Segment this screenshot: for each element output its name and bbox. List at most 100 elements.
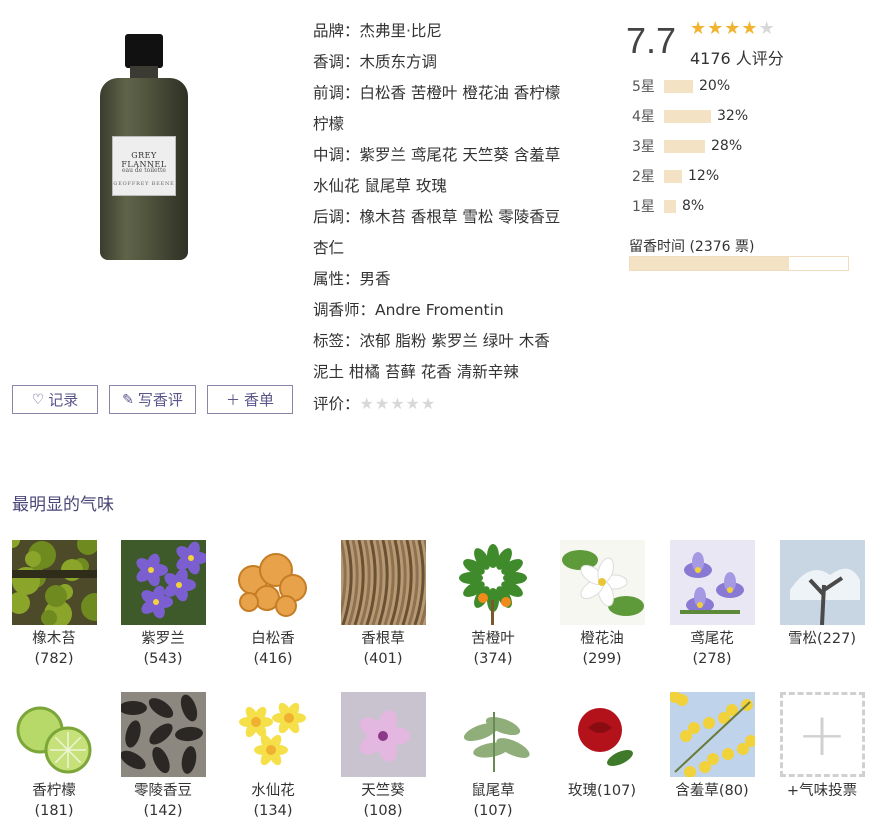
add-to-list-button[interactable]: ＋ 香单: [207, 385, 293, 414]
rating-dist-row: 1星 8%: [632, 196, 704, 216]
note-count: (401): [363, 651, 403, 667]
label-sub: eau de toilette: [122, 167, 166, 174]
cedar-icon: [779, 540, 865, 625]
rating-stars: ★★★★★: [690, 18, 776, 39]
note-name: 含羞草(80): [675, 783, 749, 799]
note-count: (416): [253, 651, 293, 667]
note-name: 香根草: [361, 631, 405, 647]
tags-line-2: 泥土 柑橘 苔藓 花香 清新辛辣: [313, 363, 519, 381]
note-item-galbanum[interactable]: 白松香 (416): [221, 540, 325, 669]
note-item-narcissus[interactable]: 水仙花 (134): [221, 692, 325, 821]
add-note-vote-button[interactable]: + +气味投票: [770, 692, 874, 801]
note-name: 玫瑰(107): [568, 783, 636, 799]
note-count: (543): [143, 651, 183, 667]
rating-dist-bar: [664, 199, 676, 213]
note-name: 鼠尾草: [471, 783, 515, 799]
rating-dist-row: 5星 20%: [632, 76, 730, 96]
product-image: GREY FLANNEL eau de toilette GEOFFREY BE…: [94, 28, 194, 264]
heart-icon: ♡: [31, 391, 45, 408]
user-rating-label: 评价：: [313, 395, 360, 413]
note-item-petitgrain[interactable]: 苦橙叶 (374): [441, 540, 545, 669]
plus-icon: ＋: [225, 392, 240, 409]
note-count: (134): [253, 803, 293, 819]
star-filled-icon: ★: [741, 18, 759, 39]
note-count: (108): [363, 803, 403, 819]
note-item-neroli[interactable]: 橙花油 (299): [550, 540, 654, 669]
top-notes-line-2: 柠檬: [313, 115, 345, 133]
note-name: 橙花油: [580, 631, 624, 647]
narcissus-icon: [230, 692, 316, 777]
star-filled-icon: ★: [724, 18, 742, 39]
note-count: (374): [473, 651, 513, 667]
longevity-label: 留香时间 (2376 票): [629, 239, 755, 255]
note-item-bergamot[interactable]: 香柠檬 (181): [2, 692, 106, 821]
rating-dist-label: 2星: [632, 169, 655, 185]
rating-dist-bar: [664, 109, 711, 123]
rating-dist-bar: [664, 169, 682, 183]
petitgrain-icon: [450, 540, 536, 625]
note-item-oakmoss[interactable]: 橡木苔 (782): [2, 540, 106, 669]
note-item-cedar[interactable]: 雪松(227): [770, 540, 874, 649]
note-count: (142): [143, 803, 183, 819]
rating-dist-pct: 12%: [688, 168, 720, 184]
rating-dist-label: 1星: [632, 199, 655, 215]
base-notes-line-2: 杏仁: [313, 239, 345, 257]
rating-dist-label: 4星: [632, 109, 655, 125]
note-count: (181): [34, 803, 74, 819]
rating-dist-row: 2星 12%: [632, 166, 719, 186]
rating-votes: 4176 人评分: [690, 49, 784, 68]
rating-dist-pct: 8%: [682, 198, 705, 214]
bottle-label: GREY FLANNEL eau de toilette GEOFFREY BE…: [112, 136, 176, 196]
note-item-mimosa[interactable]: 含羞草(80): [660, 692, 764, 801]
rating-dist-row: 3星 28%: [632, 136, 742, 156]
galbanum-icon: [230, 540, 316, 625]
sage-icon: [450, 692, 536, 777]
bottle-cap: [125, 34, 163, 68]
list-label: 香单: [243, 391, 274, 409]
mimosa-icon: [669, 692, 755, 777]
heart-notes-line-2: 水仙花 鼠尾草 玫瑰: [313, 177, 447, 195]
note-item-violet[interactable]: 紫罗兰 (543): [111, 540, 215, 669]
perfume-info: 品牌：杰弗里·比尼 香调：木质东方调 前调：白松香 苦橙叶 橙花油 香柠檬 柠檬…: [313, 16, 593, 420]
note-item-iris[interactable]: 鸢尾花 (278): [660, 540, 764, 669]
oakmoss-icon: [11, 540, 97, 625]
note-count: (299): [582, 651, 622, 667]
tags-line: 标签：浓郁 脂粉 紫罗兰 绿叶 木香: [313, 332, 550, 350]
note-name: 鸢尾花: [690, 631, 734, 647]
plus-icon: +: [779, 692, 865, 777]
rating-dist-bar: [664, 139, 705, 153]
note-name: 香柠檬: [32, 783, 76, 799]
record-label: 记录: [48, 391, 79, 409]
write-review-button[interactable]: ✎ 写香评: [109, 385, 196, 414]
rating-dist-pct: 28%: [711, 138, 743, 154]
note-name: 苦橙叶: [471, 631, 515, 647]
rating-score: 7.7: [626, 20, 677, 61]
rating-dist-pct: 32%: [717, 108, 749, 124]
note-item-sage[interactable]: 鼠尾草 (107): [441, 692, 545, 821]
user-rating-stars[interactable]: ★★★★★: [360, 394, 437, 413]
rating-dist-label: 3星: [632, 139, 655, 155]
note-count: (278): [692, 651, 732, 667]
note-name: 橡木苔: [32, 631, 76, 647]
rating-dist-pct: 20%: [699, 78, 731, 94]
note-name: 雪松(227): [788, 631, 856, 647]
note-item-rose[interactable]: 玫瑰(107): [550, 692, 654, 801]
record-button[interactable]: ♡ 记录: [12, 385, 98, 414]
heart-notes-line: 中调：紫罗兰 鸢尾花 天竺葵 含羞草: [313, 146, 561, 164]
user-rating-line: 评价：★★★★★: [313, 388, 593, 420]
note-count: (782): [34, 651, 74, 667]
geranium-icon: [340, 692, 426, 777]
rose-icon: [559, 692, 645, 777]
note-item-tonka[interactable]: 零陵香豆 (142): [111, 692, 215, 821]
pencil-icon: ✎: [122, 391, 134, 408]
gender-line: 属性：男香: [313, 270, 391, 288]
longevity-bar: [629, 256, 849, 271]
tonka-icon: [120, 692, 206, 777]
iris-icon: [669, 540, 755, 625]
note-name: 零陵香豆: [134, 783, 192, 799]
bergamot-icon: [11, 692, 97, 777]
brand-line: 品牌：杰弗里·比尼: [313, 22, 442, 40]
note-item-geranium[interactable]: 天竺葵 (108): [331, 692, 435, 821]
note-count: (107): [473, 803, 513, 819]
note-item-vetiver[interactable]: 香根草 (401): [331, 540, 435, 669]
